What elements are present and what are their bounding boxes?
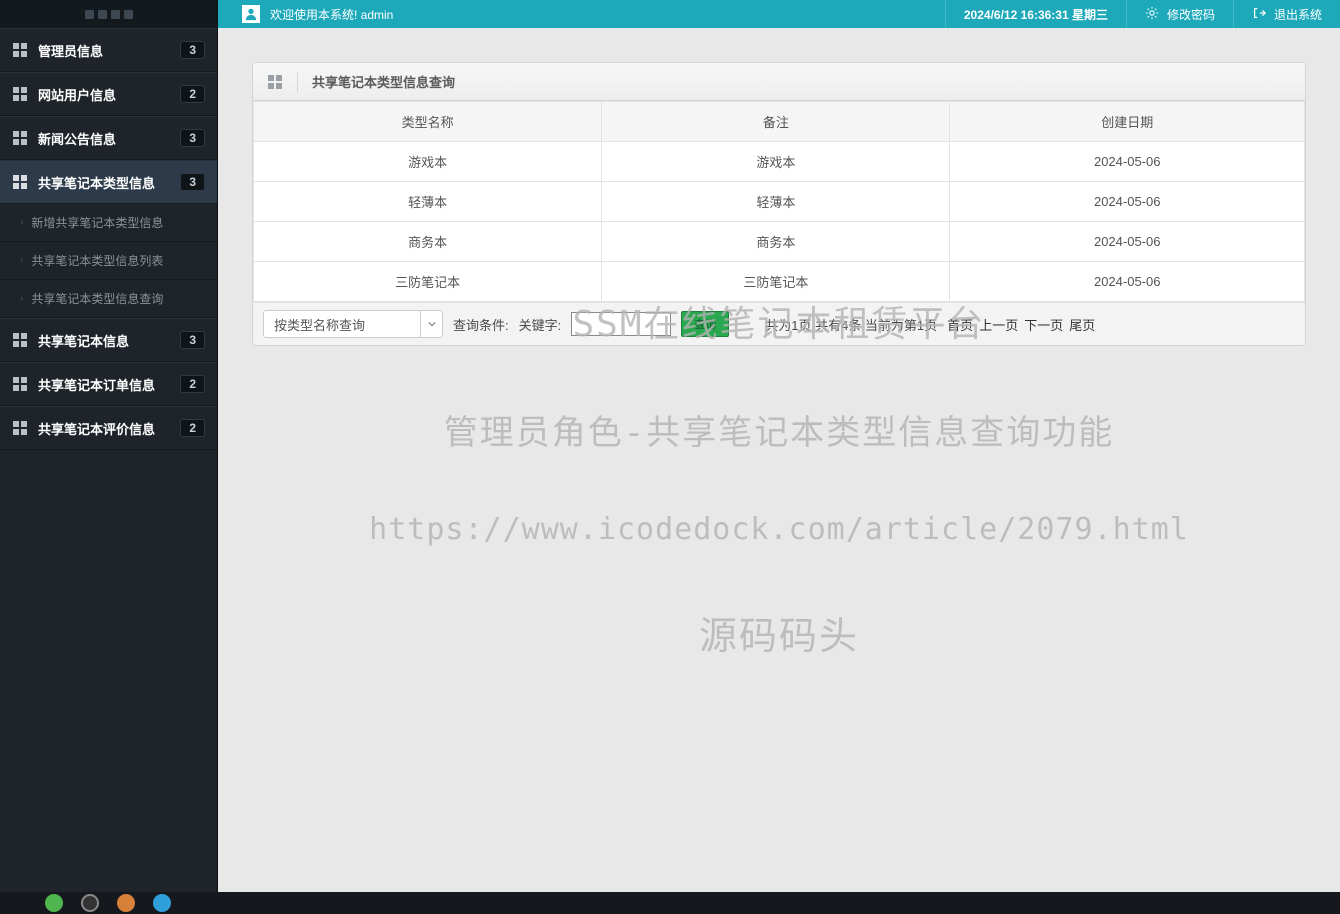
query-type-dropdown[interactable]: 按类型名称查询: [263, 310, 443, 338]
logout-button[interactable]: 退出系统: [1233, 0, 1340, 28]
table-cell: 2024-05-06: [950, 142, 1305, 182]
sidebar-item-label: 管理员信息: [38, 41, 180, 60]
main-area: 欢迎使用本系统! admin 2024/6/12 16:36:31 星期三 修改…: [218, 0, 1340, 914]
sidebar: 管理员信息 3 网站用户信息 2 新闻公告信息 3 共享笔记本类型信息 3 新增…: [0, 0, 218, 914]
sidebar-sub-label: 共享笔记本类型信息查询: [31, 290, 163, 307]
query-bar: 按类型名称查询 查询条件: 关键字: 查询 共为1页 共有4条 当前为第1页 首…: [253, 302, 1305, 345]
taskbar-icon[interactable]: [117, 894, 135, 912]
sidebar-item-orders[interactable]: 共享笔记本订单信息 2: [0, 362, 217, 406]
table-cell: 2024-05-06: [950, 262, 1305, 302]
sidebar-badge: 2: [180, 85, 205, 103]
query-submit-button[interactable]: 查询: [681, 311, 729, 337]
grid-icon: [12, 130, 28, 146]
data-panel: 共享笔记本类型信息查询 类型名称 备注 创建日期 游戏本游戏本2024-05-0…: [252, 62, 1306, 346]
sidebar-item-label: 共享笔记本信息: [38, 331, 180, 350]
grid-icon: [12, 174, 28, 190]
header-datetime: 2024/6/12 16:36:31 星期三: [945, 0, 1126, 28]
chevron-down-icon: [420, 311, 442, 337]
taskbar-icon[interactable]: [45, 894, 63, 912]
pager-prev[interactable]: 上一页: [979, 315, 1018, 334]
sidebar-item-label: 新闻公告信息: [38, 129, 180, 148]
sidebar-badge: 2: [180, 419, 205, 437]
sidebar-sub-add[interactable]: 新增共享笔记本类型信息: [0, 204, 217, 242]
sidebar-item-news[interactable]: 新闻公告信息 3: [0, 116, 217, 160]
table-cell: 2024-05-06: [950, 182, 1305, 222]
change-password-button[interactable]: 修改密码: [1126, 0, 1233, 28]
sidebar-item-label: 共享笔记本订单信息: [38, 375, 180, 394]
change-password-label: 修改密码: [1167, 6, 1215, 23]
table-cell: 三防笔记本: [254, 262, 602, 302]
logout-label: 退出系统: [1274, 6, 1322, 23]
sidebar-badge: 3: [180, 331, 205, 349]
grid-icon: [267, 74, 283, 90]
grid-icon: [12, 376, 28, 392]
table-cell: 游戏本: [254, 142, 602, 182]
pager-next[interactable]: 下一页: [1024, 315, 1063, 334]
sidebar-badge: 3: [180, 41, 205, 59]
table-cell: 游戏本: [602, 142, 950, 182]
grid-icon: [12, 42, 28, 58]
table-cell: 轻薄本: [602, 182, 950, 222]
sidebar-sub-query[interactable]: 共享笔记本类型信息查询: [0, 280, 217, 318]
query-cond-label: 查询条件:: [453, 315, 509, 334]
sidebar-item-admin[interactable]: 管理员信息 3: [0, 28, 217, 72]
sidebar-item-label: 共享笔记本类型信息: [38, 173, 180, 192]
table-row[interactable]: 轻薄本轻薄本2024-05-06: [254, 182, 1305, 222]
sidebar-badge: 3: [180, 129, 205, 147]
gear-icon: [1145, 6, 1159, 23]
table-cell: 轻薄本: [254, 182, 602, 222]
table-row[interactable]: 三防笔记本三防笔记本2024-05-06: [254, 262, 1305, 302]
grid-icon: [12, 332, 28, 348]
query-keyword-label: 关键字:: [519, 315, 562, 334]
sidebar-sub-label: 共享笔记本类型信息列表: [31, 252, 163, 269]
welcome-text: 欢迎使用本系统! admin: [270, 6, 393, 23]
grid-icon: [12, 86, 28, 102]
col-date: 创建日期: [950, 102, 1305, 142]
sidebar-top-handle: [0, 0, 217, 28]
sidebar-item-label: 共享笔记本评价信息: [38, 419, 180, 438]
sidebar-badge: 2: [180, 375, 205, 393]
sidebar-sub-label: 新增共享笔记本类型信息: [31, 214, 163, 231]
col-remark: 备注: [602, 102, 950, 142]
sidebar-item-users[interactable]: 网站用户信息 2: [0, 72, 217, 116]
logout-icon: [1252, 6, 1266, 23]
table-cell: 商务本: [602, 222, 950, 262]
taskbar-icon[interactable]: [81, 894, 99, 912]
sidebar-item-notebook-type[interactable]: 共享笔记本类型信息 3: [0, 160, 217, 204]
taskbar: [0, 892, 1340, 914]
header-bar: 欢迎使用本系统! admin 2024/6/12 16:36:31 星期三 修改…: [218, 0, 1340, 28]
taskbar-icon[interactable]: [153, 894, 171, 912]
col-type-name: 类型名称: [254, 102, 602, 142]
panel-header: 共享笔记本类型信息查询: [253, 63, 1305, 101]
pager-last[interactable]: 尾页: [1069, 315, 1095, 334]
table-cell: 三防笔记本: [602, 262, 950, 302]
table-row[interactable]: 游戏本游戏本2024-05-06: [254, 142, 1305, 182]
sidebar-sub-list[interactable]: 共享笔记本类型信息列表: [0, 242, 217, 280]
sidebar-item-label: 网站用户信息: [38, 85, 180, 104]
sidebar-badge: 3: [180, 173, 205, 191]
dropdown-label: 按类型名称查询: [264, 315, 420, 334]
keyword-input[interactable]: [571, 312, 671, 336]
user-icon: [242, 5, 260, 23]
pager-first[interactable]: 首页: [947, 315, 973, 334]
table-cell: 商务本: [254, 222, 602, 262]
sidebar-item-notebook[interactable]: 共享笔记本信息 3: [0, 318, 217, 362]
table-cell: 2024-05-06: [950, 222, 1305, 262]
table-row[interactable]: 商务本商务本2024-05-06: [254, 222, 1305, 262]
pager-summary: 共为1页 共有4条 当前为第1页: [765, 315, 937, 334]
data-table: 类型名称 备注 创建日期 游戏本游戏本2024-05-06轻薄本轻薄本2024-…: [253, 101, 1305, 302]
panel-title: 共享笔记本类型信息查询: [312, 72, 455, 91]
sidebar-item-reviews[interactable]: 共享笔记本评价信息 2: [0, 406, 217, 450]
grid-icon: [12, 420, 28, 436]
